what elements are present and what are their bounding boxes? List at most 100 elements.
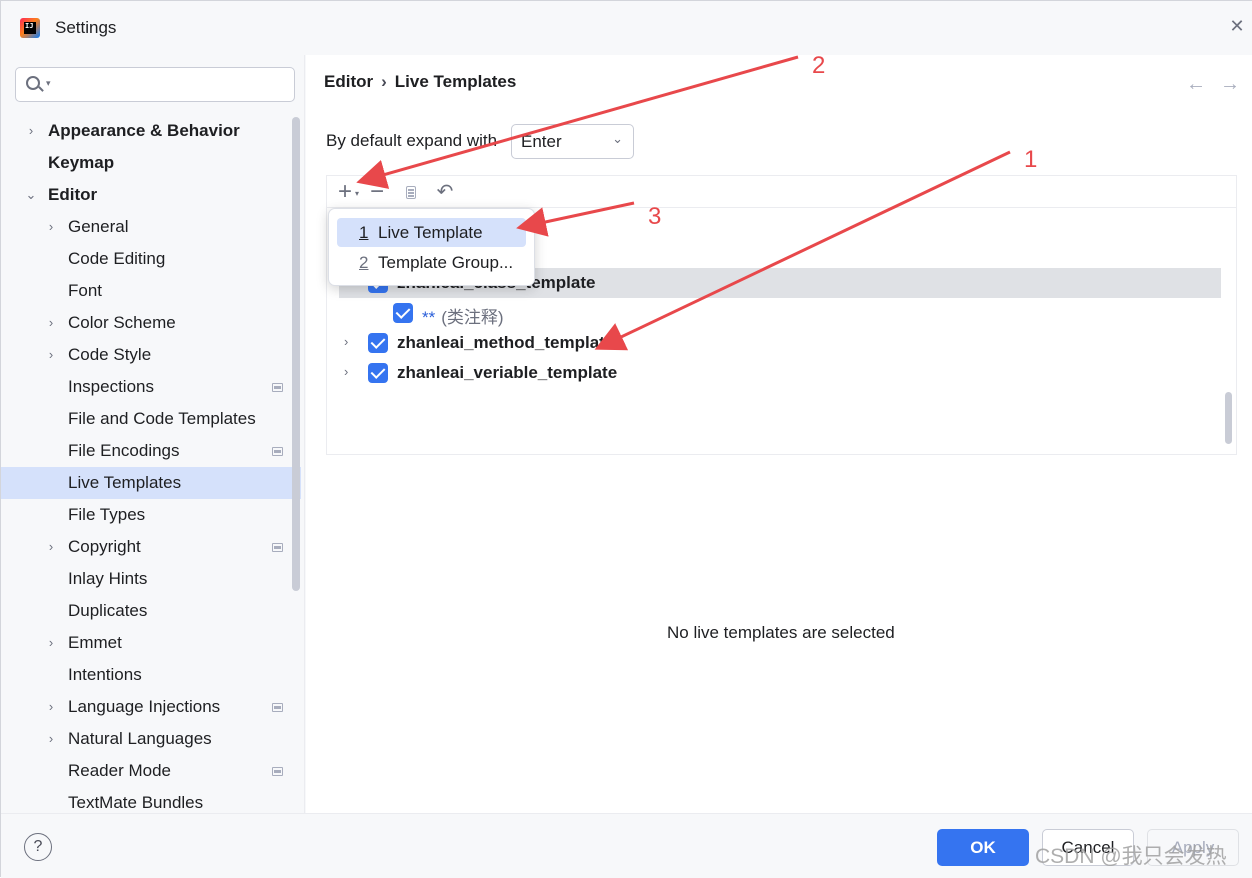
- add-template-popup: 1 Live Template 2 Template Group...: [328, 208, 535, 286]
- sidebar-item-label: Code Style: [68, 345, 152, 364]
- annotation-label-1: 1: [1024, 146, 1038, 173]
- intellij-logo-icon: IJ: [20, 18, 40, 38]
- popup-label: Template Group...: [378, 253, 514, 272]
- sidebar-item-label: Code Editing: [68, 249, 166, 268]
- sidebar-item-color-scheme[interactable]: › Color Scheme: [1, 307, 301, 339]
- breadcrumb-separator: ›: [381, 72, 387, 91]
- sidebar-item-appearance-behavior[interactable]: › Appearance & Behavior: [1, 115, 301, 147]
- template-group-row[interactable]: › zhanleai_method_template: [327, 328, 1236, 358]
- sidebar-item-label: Color Scheme: [68, 313, 176, 332]
- sidebar-item-label: File Types: [68, 505, 146, 524]
- settings-sidebar: ▾ › Appearance & Behavior Keymap ⌄ Editor › Ge…: [1, 55, 305, 813]
- sidebar-item-keymap[interactable]: Keymap: [1, 147, 301, 179]
- sidebar-item-label: Inlay Hints: [68, 569, 148, 588]
- copy-icon[interactable]: [399, 180, 423, 204]
- chevron-right-icon[interactable]: ›: [44, 531, 58, 563]
- sidebar-item-label: File and Code Templates: [68, 409, 256, 428]
- chevron-right-icon[interactable]: ›: [44, 723, 58, 755]
- sidebar-item-label: General: [68, 217, 129, 236]
- sidebar-item-code-editing[interactable]: Code Editing: [1, 243, 301, 275]
- sidebar-item-label: Language Injections: [68, 697, 221, 716]
- sidebar-item-label: Appearance & Behavior: [48, 121, 240, 140]
- search-options-dropdown-icon[interactable]: ▾: [46, 78, 51, 89]
- chevron-right-icon[interactable]: ›: [344, 364, 348, 379]
- popup-item-live-template[interactable]: 1 Live Template: [337, 218, 526, 247]
- expand-with-value: Enter: [521, 132, 562, 151]
- sidebar-item-intentions[interactable]: Intentions: [1, 659, 301, 691]
- breadcrumb: Editor › Live Templates: [324, 72, 516, 92]
- chevron-right-icon[interactable]: ›: [44, 307, 58, 339]
- breadcrumb-editor[interactable]: Editor: [324, 72, 373, 91]
- chevron-right-icon[interactable]: ›: [44, 211, 58, 243]
- remove-icon[interactable]: −: [365, 180, 389, 204]
- sidebar-item-editor[interactable]: ⌄ Editor: [1, 179, 301, 211]
- template-group-label: zhanleai_veriable_template: [397, 363, 618, 382]
- chevron-right-icon[interactable]: ›: [44, 339, 58, 371]
- chevron-right-icon[interactable]: ›: [44, 691, 58, 723]
- sidebar-item-reader-mode[interactable]: Reader Mode: [1, 755, 301, 787]
- sidebar-item-inspections[interactable]: Inspections: [1, 371, 301, 403]
- popup-mnemonic: 1: [359, 223, 369, 242]
- template-item-label: ** (类注释): [422, 303, 504, 328]
- sidebar-item-inlay-hints[interactable]: Inlay Hints: [1, 563, 301, 595]
- chevron-down-icon: ⌄: [612, 131, 623, 146]
- settings-search-input[interactable]: ▾: [15, 67, 295, 102]
- forward-arrow-icon[interactable]: →: [1220, 73, 1240, 96]
- help-icon[interactable]: ?: [24, 833, 52, 861]
- sidebar-item-live-templates[interactable]: Live Templates: [1, 467, 301, 499]
- sidebar-item-label: Editor: [48, 185, 98, 204]
- sidebar-item-label: Emmet: [68, 633, 122, 652]
- annotation-label-3: 3: [648, 203, 662, 230]
- sidebar-item-file-types[interactable]: File Types: [1, 499, 301, 531]
- back-arrow-icon[interactable]: ←: [1186, 73, 1206, 96]
- chevron-right-icon[interactable]: ›: [24, 115, 38, 147]
- sidebar-item-file-encodings[interactable]: File Encodings: [1, 435, 301, 467]
- sidebar-item-language-injections[interactable]: › Language Injections: [1, 691, 301, 723]
- popup-item-template-group[interactable]: 2 Template Group...: [337, 248, 526, 277]
- checkbox[interactable]: [393, 303, 413, 323]
- template-group-label: zhanleai_method_template: [397, 333, 615, 352]
- close-icon[interactable]: ✕: [1227, 16, 1247, 36]
- popup-mnemonic: 2: [359, 253, 369, 272]
- chevron-right-icon[interactable]: ›: [344, 334, 348, 349]
- sidebar-item-copyright[interactable]: › Copyright: [1, 531, 301, 563]
- checkbox[interactable]: [368, 333, 388, 353]
- template-description: (类注释): [441, 308, 504, 327]
- template-item[interactable]: ** (类注释): [327, 298, 1236, 328]
- sidebar-scrollbar[interactable]: [292, 117, 300, 591]
- sidebar-item-label: Inspections: [68, 377, 154, 396]
- project-scope-icon: [272, 767, 283, 776]
- sidebar-item-duplicates[interactable]: Duplicates: [1, 595, 301, 627]
- annotation-label-2: 2: [812, 52, 826, 79]
- window-title: Settings: [55, 18, 117, 37]
- project-scope-icon: [272, 543, 283, 552]
- templates-scrollbar[interactable]: [1225, 392, 1232, 444]
- sidebar-item-emmet[interactable]: › Emmet: [1, 627, 301, 659]
- sidebar-item-label: Reader Mode: [68, 761, 172, 780]
- sidebar-item-label: Natural Languages: [68, 729, 212, 748]
- empty-selection-message: No live templates are selected: [667, 623, 895, 642]
- ok-button[interactable]: OK: [937, 829, 1029, 866]
- restore-defaults-icon[interactable]: ↶: [433, 180, 457, 204]
- chevron-down-icon[interactable]: ⌄: [24, 179, 38, 211]
- expand-with-select[interactable]: Enter ⌄: [511, 124, 634, 159]
- chevron-right-icon[interactable]: ›: [44, 627, 58, 659]
- sidebar-item-file-and-code-templates[interactable]: File and Code Templates: [1, 403, 301, 435]
- sidebar-item-label: Copyright: [68, 537, 141, 556]
- sidebar-item-label: File Encodings: [68, 441, 180, 460]
- sidebar-item-label: Intentions: [68, 665, 142, 684]
- checkbox[interactable]: [368, 363, 388, 383]
- sidebar-item-natural-languages[interactable]: › Natural Languages: [1, 723, 301, 755]
- sidebar-item-label: Live Templates: [68, 473, 182, 492]
- title-bar: IJ Settings ✕: [1, 1, 1252, 55]
- project-scope-icon: [272, 383, 283, 392]
- sidebar-item-code-style[interactable]: › Code Style: [1, 339, 301, 371]
- live-templates-panel: Editor › Live Templates ← → By default exp…: [306, 55, 1252, 813]
- template-group-row[interactable]: › zhanleai_veriable_template: [327, 358, 1236, 388]
- sidebar-item-font[interactable]: Font: [1, 275, 301, 307]
- popup-label: Live Template: [378, 223, 483, 242]
- breadcrumb-live-templates: Live Templates: [394, 72, 517, 91]
- sidebar-item-general[interactable]: › General: [1, 211, 301, 243]
- add-icon[interactable]: + ▾: [333, 180, 359, 204]
- watermark: CSDN @我只会发热: [1035, 845, 1227, 868]
